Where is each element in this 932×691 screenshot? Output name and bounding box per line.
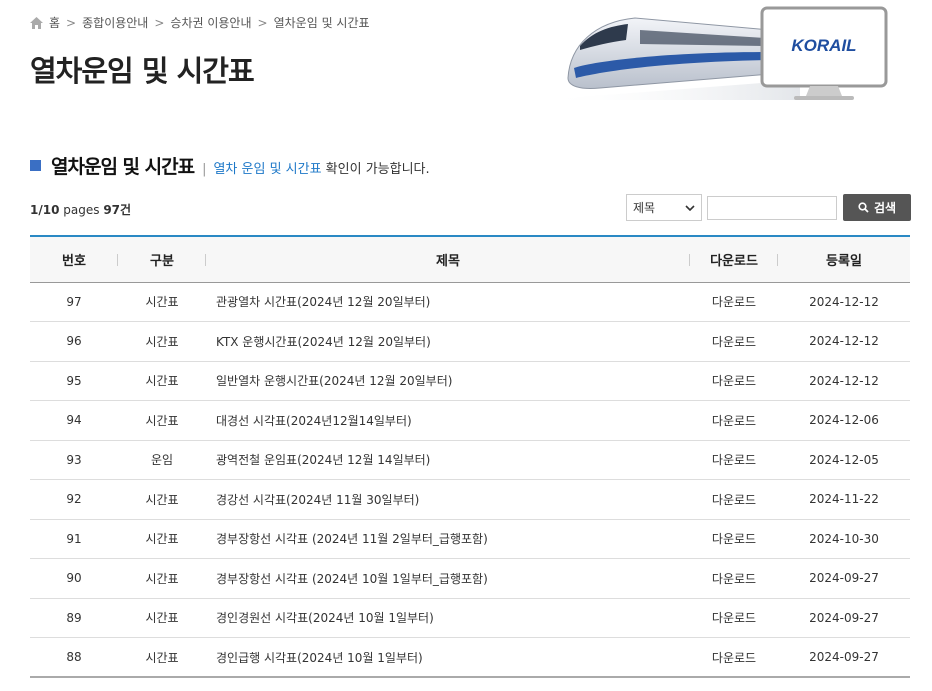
- row-title-link[interactable]: 경부장항선 시각표 (2024년 11월 2일부터_급행포함): [206, 519, 690, 559]
- row-number: 96: [30, 321, 118, 362]
- row-category: 시간표: [118, 400, 206, 441]
- row-date: 2024-12-06: [778, 400, 910, 441]
- korail-logo: KORAIL: [791, 36, 856, 55]
- row-title-link[interactable]: 광역전철 운임표(2024년 12월 14일부터): [206, 440, 690, 480]
- row-title-link[interactable]: 일반열차 운행시간표(2024년 12월 20일부터): [206, 361, 690, 401]
- column-header-category: 구분: [118, 235, 206, 283]
- row-number: 93: [30, 440, 118, 480]
- row-date: 2024-09-27: [778, 558, 910, 599]
- current-page: 1/10: [30, 203, 60, 217]
- row-download-link[interactable]: 다운로드: [690, 400, 778, 441]
- row-title-link[interactable]: 경부장항선 시각표 (2024년 10월 1일부터_급행포함): [206, 558, 690, 599]
- row-date: 2024-11-22: [778, 479, 910, 520]
- search-button-label: 검색: [873, 201, 897, 215]
- row-date: 2024-09-27: [778, 598, 910, 638]
- row-number: 94: [30, 400, 118, 441]
- row-date: 2024-12-05: [778, 440, 910, 480]
- search-bar: 제목 검색: [626, 194, 911, 221]
- pages-unit: pages: [63, 203, 100, 217]
- row-date: 2024-09-27: [778, 637, 910, 678]
- search-field-value: 제목: [633, 201, 656, 215]
- row-category: 시간표: [118, 479, 206, 520]
- table-row: 95 시간표 일반열차 운행시간표(2024년 12월 20일부터) 다운로드 2024…: [30, 361, 910, 401]
- search-icon: [858, 202, 869, 213]
- row-title-link[interactable]: KTX 운행시간표(2024년 12월 20일부터): [206, 321, 690, 362]
- table-row: 93 운임 광역전철 운임표(2024년 12월 14일부터) 다운로드 2024-12…: [30, 440, 910, 480]
- row-category: 시간표: [118, 321, 206, 362]
- row-download-link[interactable]: 다운로드: [690, 558, 778, 599]
- column-header-title: 제목: [206, 235, 690, 283]
- chevron-down-icon: [685, 204, 695, 211]
- column-header-date: 등록일: [778, 235, 910, 283]
- page-count: 1/10 pages 97건: [30, 201, 131, 218]
- table-row: 96 시간표 KTX 운행시간표(2024년 12월 20일부터) 다운로드 2024-…: [30, 321, 910, 362]
- search-field-select[interactable]: 제목: [626, 194, 702, 221]
- row-date: 2024-12-12: [778, 282, 910, 322]
- breadcrumb: 홈 > 종합이용안내 > 승차권 이용안내 > 열차운임 및 시간표: [30, 14, 370, 31]
- row-title-link[interactable]: 경인경원선 시각표(2024년 10월 1일부터): [206, 598, 690, 638]
- section-header: 열차운임 및 시간표 | 열차 운임 및 시간표 확인이 가능합니다.: [30, 152, 430, 179]
- section-description: 열차 운임 및 시간표 확인이 가능합니다.: [213, 158, 429, 177]
- chevron-right-icon: >: [154, 15, 165, 30]
- table-header-row: 번호 구분 제목 다운로드 등록일: [30, 235, 910, 283]
- row-download-link[interactable]: 다운로드: [690, 361, 778, 401]
- search-button[interactable]: 검색: [843, 194, 911, 221]
- row-title-link[interactable]: 관광열차 시간표(2024년 12월 20일부터): [206, 282, 690, 322]
- row-date: 2024-10-30: [778, 519, 910, 559]
- row-download-link[interactable]: 다운로드: [690, 519, 778, 559]
- description-rest: 확인이 가능합니다.: [321, 162, 430, 177]
- row-download-link[interactable]: 다운로드: [690, 479, 778, 520]
- table-row: 91 시간표 경부장항선 시각표 (2024년 11월 2일부터_급행포함) 다운로드…: [30, 519, 910, 559]
- row-download-link[interactable]: 다운로드: [690, 598, 778, 638]
- row-download-link[interactable]: 다운로드: [690, 282, 778, 322]
- row-category: 시간표: [118, 637, 206, 678]
- square-bullet-icon: [30, 160, 41, 171]
- table-row: 92 시간표 경강선 시각표(2024년 11월 30일부터) 다운로드 2024-11…: [30, 479, 910, 520]
- row-title-link[interactable]: 경인급행 시각표(2024년 10월 1일부터): [206, 637, 690, 678]
- table-row: 97 시간표 관광열차 시간표(2024년 12월 20일부터) 다운로드 2024-1…: [30, 282, 910, 322]
- row-download-link[interactable]: 다운로드: [690, 440, 778, 480]
- row-number: 92: [30, 479, 118, 520]
- row-category: 운임: [118, 440, 206, 480]
- row-category: 시간표: [118, 519, 206, 559]
- chevron-right-icon: >: [257, 15, 268, 30]
- chevron-right-icon: >: [66, 15, 77, 30]
- korail-banner-image: KORAIL: [540, 6, 888, 100]
- divider: |: [202, 162, 207, 177]
- row-date: 2024-12-12: [778, 321, 910, 362]
- description-highlight: 열차 운임 및 시간표: [213, 162, 322, 177]
- section-title: 열차운임 및 시간표: [51, 156, 195, 178]
- row-title-link[interactable]: 대경선 시각표(2024년12월14일부터): [206, 400, 690, 441]
- timetable-list: 번호 구분 제목 다운로드 등록일 97 시간표 관광열차 시간표(2024년 12…: [30, 235, 910, 678]
- table-row: 90 시간표 경부장항선 시각표 (2024년 10월 1일부터_급행포함) 다운로드…: [30, 558, 910, 599]
- column-header-number: 번호: [30, 235, 118, 283]
- row-category: 시간표: [118, 282, 206, 322]
- table-row: 94 시간표 대경선 시각표(2024년12월14일부터) 다운로드 2024-12-0…: [30, 400, 910, 441]
- search-input[interactable]: [707, 196, 837, 220]
- row-category: 시간표: [118, 598, 206, 638]
- row-title-link[interactable]: 경강선 시각표(2024년 11월 30일부터): [206, 479, 690, 520]
- home-icon[interactable]: [30, 16, 43, 29]
- row-number: 97: [30, 282, 118, 322]
- table-row: 89 시간표 경인경원선 시각표(2024년 10월 1일부터) 다운로드 2024-0…: [30, 598, 910, 638]
- table-row: 88 시간표 경인급행 시각표(2024년 10월 1일부터) 다운로드 2024-09…: [30, 637, 910, 678]
- row-number: 90: [30, 558, 118, 599]
- row-download-link[interactable]: 다운로드: [690, 321, 778, 362]
- row-date: 2024-12-12: [778, 361, 910, 401]
- breadcrumb-item-guide[interactable]: 종합이용안내: [82, 14, 148, 31]
- row-number: 95: [30, 361, 118, 401]
- row-category: 시간표: [118, 361, 206, 401]
- breadcrumb-home[interactable]: 홈: [49, 14, 60, 31]
- column-header-download: 다운로드: [690, 235, 778, 283]
- page-title: 열차운임 및 시간표: [30, 54, 255, 88]
- row-number: 91: [30, 519, 118, 559]
- row-number: 88: [30, 637, 118, 678]
- total-count: 97건: [103, 203, 132, 217]
- row-number: 89: [30, 598, 118, 638]
- row-download-link[interactable]: 다운로드: [690, 637, 778, 678]
- breadcrumb-item-current[interactable]: 열차운임 및 시간표: [274, 14, 370, 31]
- breadcrumb-item-ticket[interactable]: 승차권 이용안내: [170, 14, 251, 31]
- row-category: 시간표: [118, 558, 206, 599]
